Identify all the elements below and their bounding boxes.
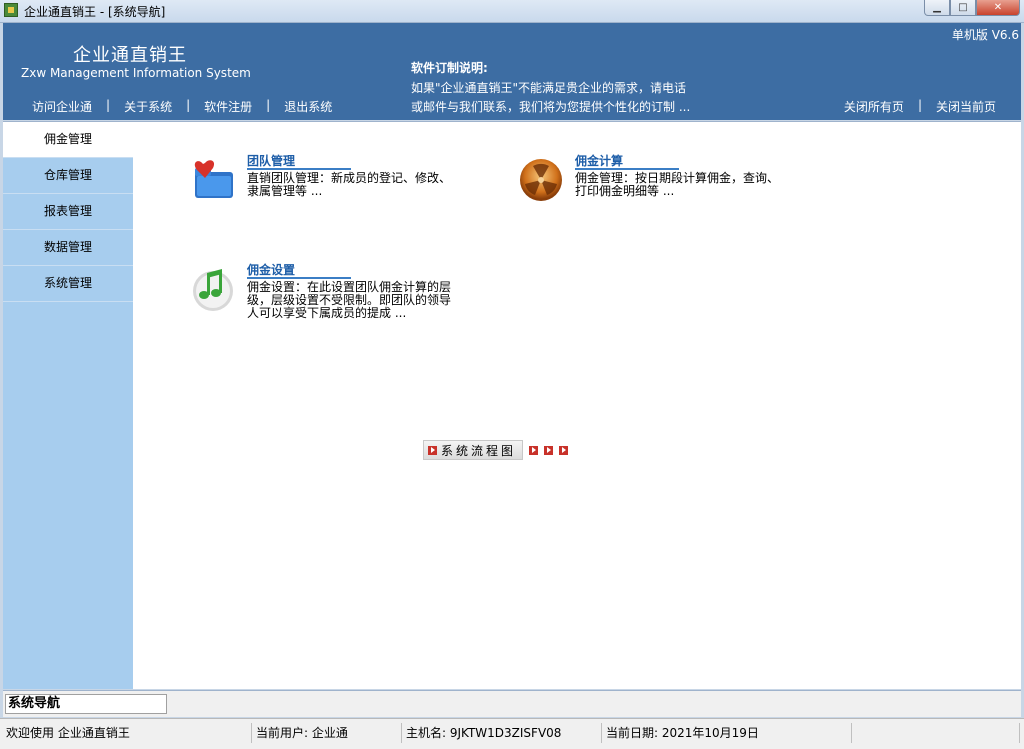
feature-commission-settings-title[interactable]: 佣金设置 — [247, 263, 351, 279]
nav-separator: | — [917, 98, 922, 112]
sidebar-item-commission[interactable]: 佣金管理 — [3, 122, 133, 158]
close-button[interactable]: ✕ — [976, 0, 1020, 16]
status-bar: 欢迎使用 企业通直销王 当前用户: 企业通 主机名: 9JKTW1D3ZISFV… — [0, 718, 1024, 749]
current-page-field[interactable]: 系统导航 — [5, 694, 167, 714]
nav-separator: | — [186, 98, 191, 112]
commission-orb-icon[interactable] — [517, 154, 565, 202]
feature-commission-calc-title[interactable]: 佣金计算 — [575, 154, 679, 170]
minimize-button[interactable]: ▁ — [924, 0, 950, 16]
app-icon — [4, 3, 18, 17]
arrow-right-icon — [544, 445, 554, 455]
nav-visit-link[interactable]: 访问企业通 — [32, 98, 92, 115]
close-current-page-link[interactable]: 关闭当前页 — [936, 98, 996, 115]
sidebar-item-system[interactable]: 系统管理 — [3, 266, 133, 302]
bottom-nav-row: 系统导航 — [3, 690, 1021, 717]
window-title: 企业通直销王 - [系统导航] — [24, 5, 166, 19]
status-hostname: 主机名: 9JKTW1D3ZISFV08 — [402, 723, 602, 743]
maximize-button[interactable]: □ — [950, 0, 976, 16]
notice-line-1: 如果"企业通直销王"不能满足贵企业的需求，请电话 — [411, 81, 687, 95]
nav-register-link[interactable]: 软件注册 — [204, 98, 252, 115]
flow-chart-button[interactable]: 系统流程图 — [423, 440, 524, 460]
flow-chart-area: 系统流程图 — [423, 440, 569, 460]
nav-separator: | — [106, 98, 111, 112]
nav-about-link[interactable]: 关于系统 — [124, 98, 172, 115]
feature-team-desc: 直销团队管理：新成员的登记、修改、隶属管理等 ... — [247, 171, 452, 198]
page-controls: 关闭所有页 | 关闭当前页 — [844, 98, 996, 115]
top-nav: 访问企业通 | 关于系统 | 软件注册 | 退出系统 — [32, 98, 332, 115]
sidebar-item-data[interactable]: 数据管理 — [3, 230, 133, 266]
window-controls: ▁ □ ✕ — [924, 0, 1020, 18]
status-empty — [852, 723, 1020, 743]
notice-title: 软件订制说明: — [411, 61, 488, 75]
close-all-pages-link[interactable]: 关闭所有页 — [844, 98, 904, 115]
nav-separator: | — [266, 98, 271, 112]
main-area: 佣金管理 仓库管理 报表管理 数据管理 系统管理 团队管理 直销团队管理：新成员… — [3, 121, 1021, 689]
feature-commission-calc-desc: 佣金管理：按日期段计算佣金，查询、打印佣金明细等 ... — [575, 171, 780, 198]
version-label: 单机版 V6.6 — [951, 28, 1019, 42]
arrow-right-icon — [529, 445, 539, 455]
brand-subtitle: Zxw Management Information System — [21, 66, 251, 80]
feature-team-title[interactable]: 团队管理 — [247, 154, 351, 170]
notice-line-2: 或邮件与我们联系，我们将为您提供个性化的订制 ... — [411, 100, 691, 114]
sidebar-item-reports[interactable]: 报表管理 — [3, 194, 133, 230]
team-folder-icon[interactable] — [189, 154, 237, 202]
status-welcome: 欢迎使用 企业通直销王 — [2, 723, 252, 743]
nav-exit-link[interactable]: 退出系统 — [284, 98, 332, 115]
arrow-right-icon — [559, 445, 569, 455]
brand-title: 企业通直销王 — [73, 45, 187, 66]
flow-arrows — [529, 445, 569, 455]
arrow-right-icon — [428, 445, 437, 455]
status-date: 当前日期: 2021年10月19日 — [602, 723, 852, 743]
feature-commission-settings-desc: 佣金设置：在此设置团队佣金计算的层级，层级设置不受限制。即团队的领导人可以享受下… — [247, 280, 452, 320]
music-note-icon[interactable] — [189, 263, 237, 311]
app-header: 企业通直销王 Zxw Management Information System… — [3, 23, 1021, 120]
flow-chart-label: 系统流程图 — [441, 443, 517, 458]
status-user: 当前用户: 企业通 — [252, 723, 402, 743]
sidebar-item-warehouse[interactable]: 仓库管理 — [3, 158, 133, 194]
title-bar: 企业通直销王 - [系统导航] ▁ □ ✕ — [0, 0, 1024, 23]
sidebar: 佣金管理 仓库管理 报表管理 数据管理 系统管理 — [3, 122, 133, 689]
